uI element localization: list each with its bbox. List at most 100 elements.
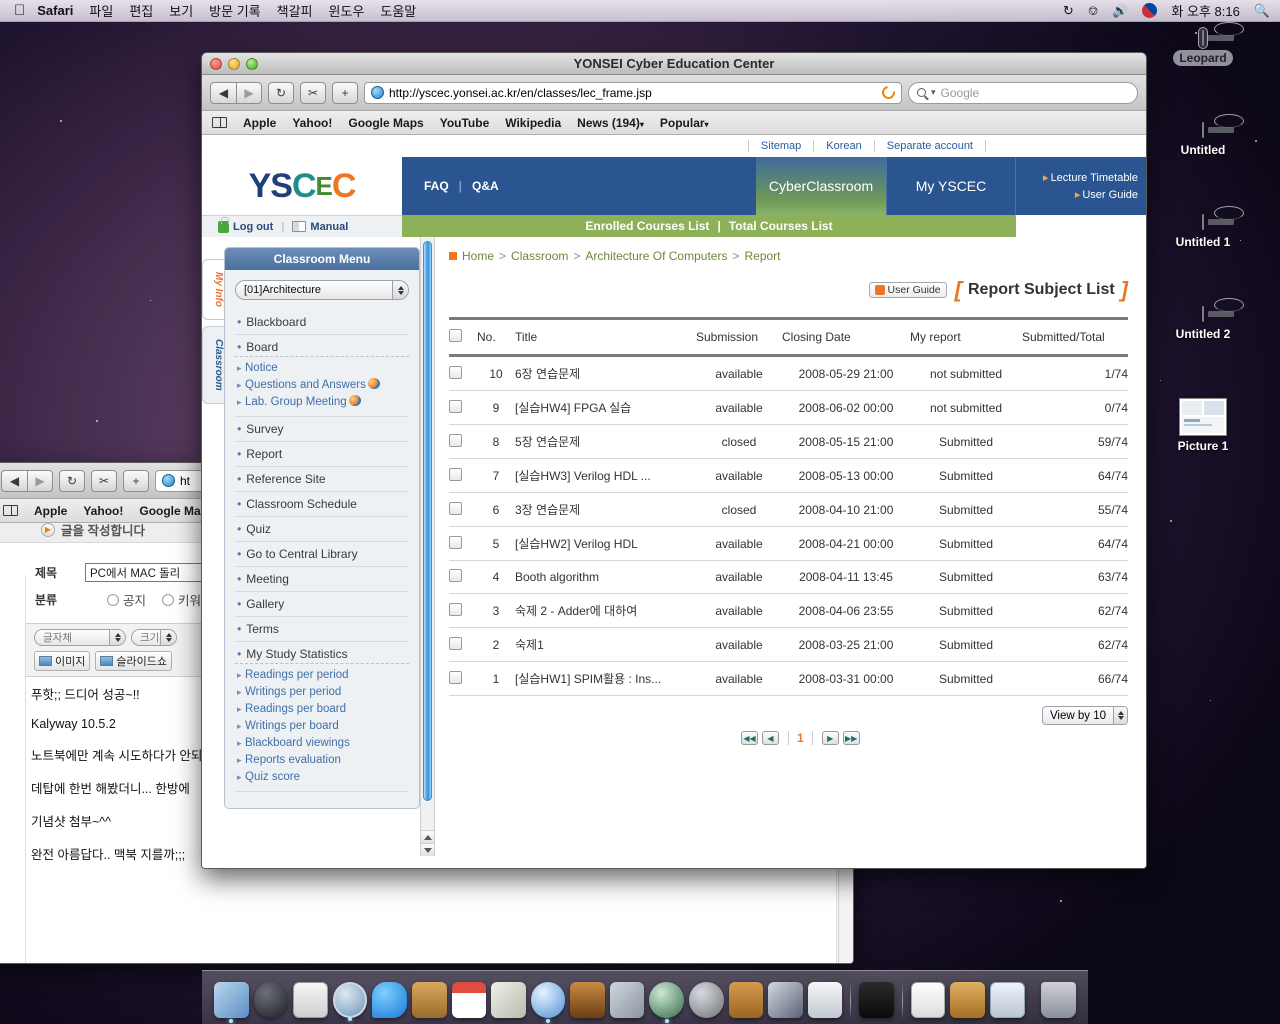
eject-icon[interactable]: ⎊: [1088, 3, 1098, 19]
table-row[interactable]: 3 숙제 2 - Adder에 대하여 available 2008-04-06…: [449, 593, 1128, 628]
pagination-current-page[interactable]: 1: [788, 731, 813, 745]
sidebar-sub-blackboard-viewings[interactable]: Blackboard viewings: [235, 735, 409, 752]
cell-submission[interactable]: available: [696, 627, 782, 662]
link-korean[interactable]: Korean: [813, 140, 873, 152]
pagination-prev-button[interactable]: ◀: [762, 731, 779, 745]
bookmark-youtube[interactable]: YouTube: [440, 116, 490, 130]
menu-item-view[interactable]: 보기: [169, 1, 193, 20]
dock-item-ichat[interactable]: [372, 982, 408, 1018]
scrollbar-thumb[interactable]: [423, 241, 432, 801]
dock-item-address-book[interactable]: [412, 982, 447, 1018]
table-row[interactable]: 8 5장 연습문제 closed 2008-05-15 21:00 Submit…: [449, 424, 1128, 459]
dock-item-mail[interactable]: [293, 982, 328, 1018]
sidebar-item-my-study-statistics[interactable]: • My Study Statistics: [235, 642, 409, 663]
zoom-button[interactable]: [246, 57, 258, 70]
dock-item-ical[interactable]: [451, 982, 487, 1018]
user-guide-button[interactable]: User Guide: [868, 282, 947, 298]
back-arrow-icon[interactable]: ◀: [1, 469, 27, 492]
table-row[interactable]: 2 숙제1 available 2008-03-25 21:00 Submitt…: [449, 627, 1128, 662]
yscec-logo[interactable]: YSCEC: [202, 157, 402, 215]
window-titlebar[interactable]: YONSEI Cyber Education Center: [202, 53, 1146, 75]
tab-my-yscec[interactable]: My YSCEC: [886, 157, 1016, 215]
menu-item-bookmarks[interactable]: 책갈피: [277, 1, 313, 20]
sidebar-sub-writings-per-board[interactable]: Writings per board: [235, 718, 409, 735]
sidebar-sub-writings-per-period[interactable]: Writings per period: [235, 684, 409, 701]
row-checkbox[interactable]: [449, 399, 462, 413]
sidebar-item-gallery[interactable]: • Gallery: [235, 592, 409, 617]
row-checkbox[interactable]: [449, 569, 462, 582]
vtab-my-info[interactable]: My Info: [202, 259, 224, 320]
dock-item-dashboard[interactable]: [253, 982, 289, 1018]
table-row[interactable]: 6 3장 연습문제 closed 2008-04-10 21:00 Submit…: [449, 492, 1128, 527]
logout-button[interactable]: Log out: [218, 216, 273, 233]
desktop-icon-leopard[interactable]: Leopard: [1148, 27, 1258, 66]
plus-icon[interactable]: +: [123, 469, 149, 492]
link-user-guide-top[interactable]: ▸ User Guide: [1075, 188, 1138, 201]
sidebar-item-reference-site[interactable]: • Reference Site: [235, 467, 409, 492]
table-row[interactable]: 9 [실습HW4] FPGA 실습 available 2008-06-02 0…: [449, 390, 1128, 425]
row-checkbox[interactable]: [449, 467, 462, 481]
volume-icon[interactable]: 🔊: [1112, 3, 1128, 19]
book-icon[interactable]: [212, 117, 227, 128]
bg-bookmark-apple[interactable]: Apple: [34, 504, 67, 518]
dock-item-spaces[interactable]: [609, 982, 645, 1018]
desktop-icon-untitled[interactable]: Untitled: [1148, 120, 1258, 158]
apple-icon[interactable]: : [14, 3, 25, 18]
menu-item-edit[interactable]: 편집: [129, 1, 153, 20]
sidebar-item-classroom-schedule[interactable]: • Classroom Schedule: [235, 492, 409, 517]
menu-item-help[interactable]: 도움말: [380, 1, 416, 20]
search-field[interactable]: ▾ Google: [908, 81, 1138, 104]
sidebar-item-meeting[interactable]: • Meeting: [235, 567, 409, 592]
row-checkbox[interactable]: [449, 535, 462, 549]
bookmark-popular[interactable]: Popular▾: [660, 116, 709, 130]
cell-title[interactable]: Booth algorithm: [515, 560, 696, 594]
desktop-icon-untitled-2[interactable]: Untitled 2: [1148, 304, 1258, 342]
cell-title[interactable]: 6장 연습문제: [515, 355, 696, 391]
pagination-next-button[interactable]: ▶: [821, 731, 839, 745]
bg-slideshow-button[interactable]: 슬라이드쇼: [95, 651, 172, 671]
cell-submission[interactable]: available: [696, 593, 782, 628]
breadcrumb-classroom[interactable]: Classroom: [511, 249, 568, 263]
search-icon[interactable]: 🔍: [1254, 3, 1270, 19]
tab-cyberclassroom[interactable]: CyberClassroom: [756, 157, 886, 215]
cell-submission[interactable]: available: [696, 390, 782, 425]
vtab-classroom[interactable]: Classroom: [202, 326, 224, 404]
dock-item-web-page[interactable]: [989, 982, 1025, 1018]
cell-submission[interactable]: available: [696, 661, 782, 696]
dock-item-safari[interactable]: [332, 982, 368, 1021]
page-vertical-scrollbar[interactable]: [420, 237, 435, 856]
dock-item-numbers[interactable]: [807, 982, 843, 1018]
dock-item-iphoto[interactable]: [491, 982, 526, 1018]
dock-item-time-machine[interactable]: [649, 982, 684, 1023]
book-icon[interactable]: [3, 505, 18, 516]
dock-item-stickies[interactable]: [728, 982, 764, 1018]
cell-submission[interactable]: available: [696, 526, 782, 561]
sidebar-item-central-library[interactable]: • Go to Central Library: [235, 542, 409, 567]
sidebar-sub-readings-per-period[interactable]: Readings per period: [235, 667, 409, 684]
row-checkbox[interactable]: [449, 636, 462, 650]
nav-faq[interactable]: FAQ: [424, 179, 449, 193]
breadcrumb-home[interactable]: Home: [462, 249, 494, 263]
breadcrumb-report[interactable]: Report: [744, 249, 780, 263]
table-row[interactable]: 7 [실습HW3] Verilog HDL ... available 2008…: [449, 458, 1128, 493]
pagination-last-button[interactable]: ▶▶: [842, 731, 860, 745]
manual-button[interactable]: Manual: [292, 221, 348, 233]
bookmark-yahoo[interactable]: Yahoo!: [292, 116, 332, 130]
cell-title[interactable]: 5장 연습문제: [515, 424, 696, 459]
menubar-clock[interactable]: 화 오후 8:16: [1171, 1, 1239, 20]
menu-item-window[interactable]: 윈도우: [329, 1, 365, 20]
sidebar-item-board[interactable]: • Board: [235, 335, 409, 356]
row-checkbox[interactable]: [449, 433, 462, 447]
row-checkbox[interactable]: [449, 602, 462, 616]
link-lecture-timetable[interactable]: ▸ Lecture Timetable: [1043, 171, 1138, 184]
snip-icon[interactable]: ✂: [91, 469, 117, 492]
table-row[interactable]: 1 [실습HW1] SPIM활용 : Ins... available 2008…: [449, 661, 1128, 696]
forward-arrow-icon[interactable]: ▶: [27, 469, 53, 492]
back-arrow-icon[interactable]: ◀: [210, 81, 236, 104]
bg-radio-keyword[interactable]: [162, 593, 175, 606]
bg-font-select[interactable]: 글자체: [43, 630, 109, 645]
row-checkbox[interactable]: [449, 365, 462, 379]
bookmark-news[interactable]: News (194)▾: [577, 116, 644, 130]
cell-submission[interactable]: available: [696, 355, 782, 391]
sidebar-sub-qa[interactable]: Questions and Answers: [235, 377, 409, 394]
